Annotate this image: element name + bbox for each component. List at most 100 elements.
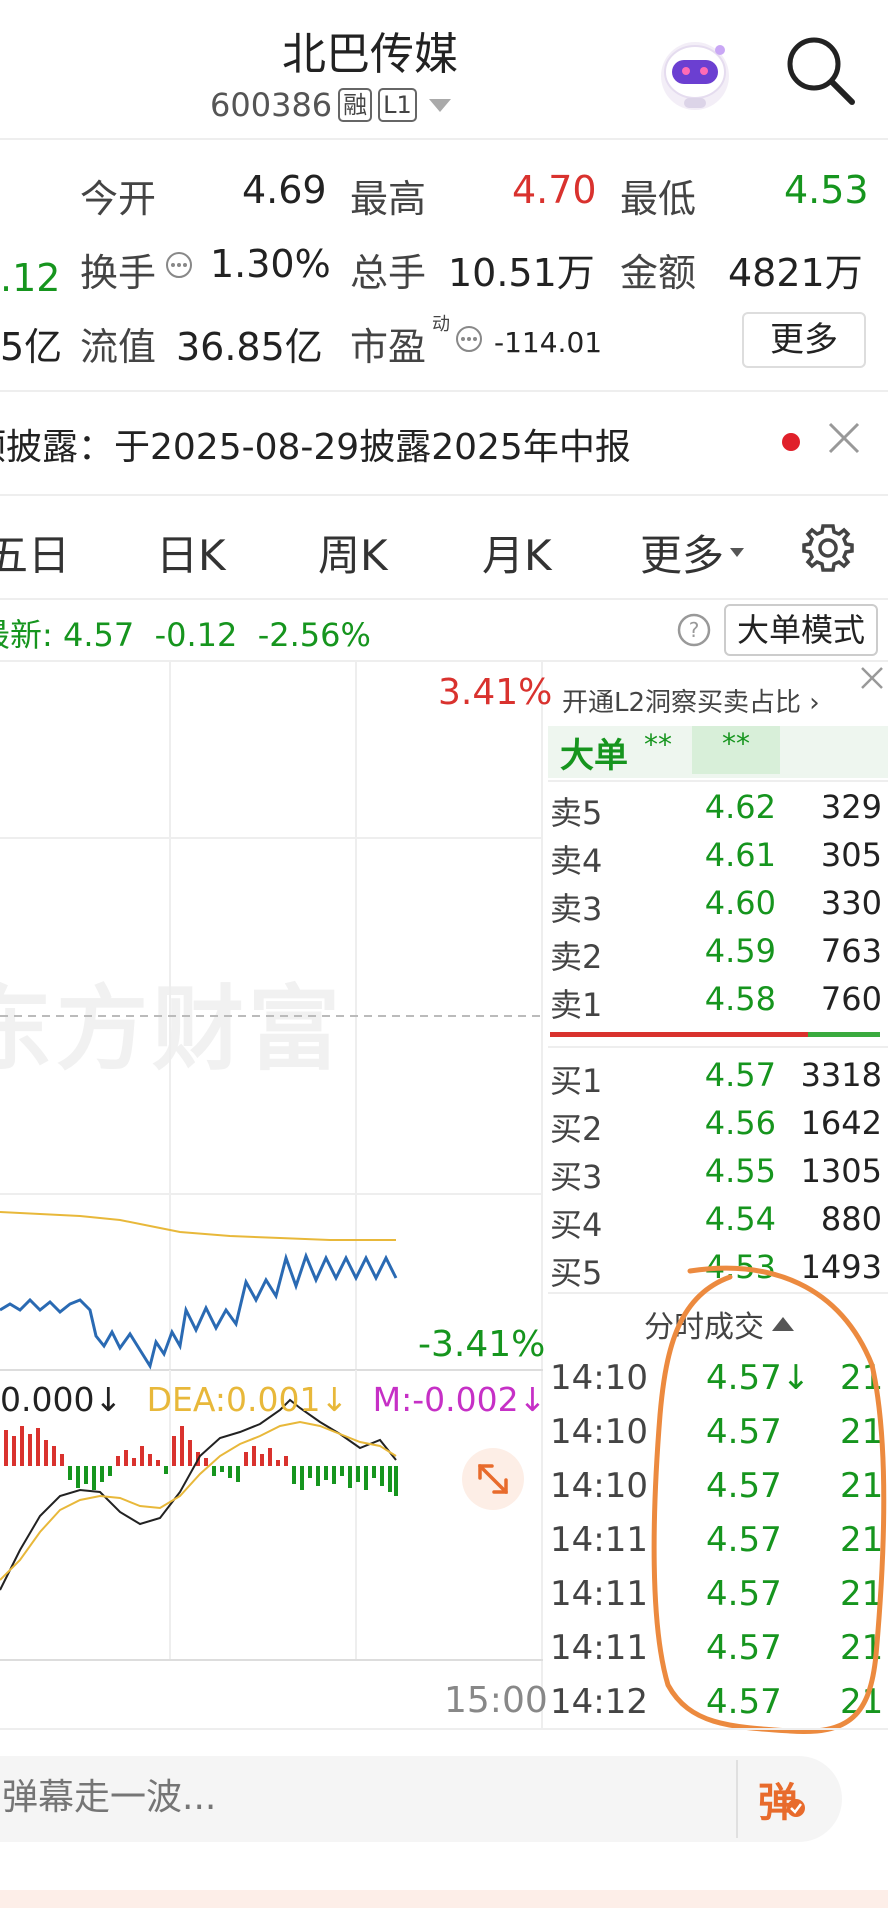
- macd-bar: [300, 1466, 304, 1490]
- amount-label: 金额: [620, 251, 697, 295]
- ask-price[interactable]: 4.59: [666, 932, 776, 970]
- tab-month-k[interactable]: 月K: [482, 522, 552, 583]
- high-label: 最高: [350, 177, 427, 221]
- macd-bar: [284, 1456, 288, 1466]
- close-icon[interactable]: [822, 416, 866, 460]
- bid-price[interactable]: 4.56: [666, 1104, 776, 1142]
- divider: [0, 494, 888, 496]
- tick-time: 14:10: [550, 1412, 648, 1452]
- divider: [736, 1760, 738, 1838]
- macd-bar: [236, 1466, 240, 1482]
- macd-bar: [332, 1466, 336, 1484]
- svg-text:?: ?: [689, 618, 700, 642]
- high-value: 4.70: [512, 168, 597, 212]
- help-icon[interactable]: ?: [676, 612, 712, 648]
- big-order-mode-button[interactable]: 大单模式: [724, 604, 878, 656]
- more-info-icon[interactable]: [164, 250, 194, 280]
- ask-price[interactable]: 4.62: [666, 788, 776, 826]
- tick-time: 14:11: [550, 1628, 648, 1668]
- unread-dot: [782, 433, 800, 451]
- danmu-input[interactable]: [0, 1776, 704, 1819]
- report-notice[interactable]: 预披露：于2025-08-29披露2025年中报: [0, 418, 631, 470]
- more-info-icon[interactable]: [454, 324, 484, 354]
- macd-bar: [148, 1454, 152, 1466]
- ask-price[interactable]: 4.61: [666, 836, 776, 874]
- bid-volume: 1305: [800, 1152, 882, 1190]
- stock-code-row[interactable]: 600386 融 L1: [210, 86, 451, 124]
- macd-bar: [36, 1428, 40, 1466]
- macd-bar: [228, 1466, 232, 1478]
- ask-volume: 763: [820, 932, 882, 970]
- tab-more[interactable]: 更多: [640, 522, 745, 583]
- close-icon[interactable]: [858, 664, 886, 692]
- macd-bar: [276, 1460, 280, 1466]
- gear-icon[interactable]: [800, 520, 856, 576]
- expand-icon[interactable]: [460, 1446, 526, 1512]
- more-quote-button[interactable]: 更多: [742, 312, 866, 368]
- arrow-down-icon: ↓: [320, 1380, 349, 1419]
- low-value: 4.53: [784, 168, 869, 212]
- macd-bar: [20, 1426, 24, 1466]
- bid-price[interactable]: 4.54: [666, 1200, 776, 1238]
- latest-quote: 最新: 4.57 -0.12 -2.56%: [0, 610, 371, 656]
- tick-time: 14:11: [550, 1520, 648, 1560]
- macd-bar: [324, 1466, 328, 1480]
- stock-code: 600386: [210, 86, 333, 124]
- buy-ratio-bar: [808, 1032, 880, 1037]
- danmu-send-button[interactable]: 弹: [758, 1770, 805, 1828]
- bid-label: 买4: [550, 1206, 603, 1244]
- macd-bar: [308, 1466, 312, 1478]
- macd-bar: [76, 1466, 80, 1488]
- divider: [548, 1292, 888, 1294]
- search-icon[interactable]: [782, 32, 858, 108]
- divider: [548, 1046, 888, 1048]
- caret-down-icon: [730, 548, 745, 557]
- macd-bar: [292, 1466, 296, 1484]
- macd-bar: [348, 1466, 352, 1488]
- float-label: 流值: [80, 325, 157, 369]
- ask-volume: 760: [820, 980, 882, 1018]
- robot-assistant-icon[interactable]: [654, 32, 736, 114]
- macd-bar: [180, 1426, 184, 1466]
- tab-day-k[interactable]: 日K: [156, 522, 226, 583]
- bid-price[interactable]: 4.57: [666, 1056, 776, 1094]
- latest-label: 最新:: [0, 616, 53, 654]
- latest-pct: -2.56%: [257, 616, 371, 654]
- bid-price[interactable]: 4.53: [666, 1248, 776, 1286]
- macd-bar: [212, 1466, 216, 1476]
- turnover-value: 1.30%: [210, 242, 331, 286]
- l2-upgrade-link[interactable]: 开通L2洞察买卖占比 ›: [562, 682, 820, 719]
- macd-bar: [252, 1446, 256, 1466]
- macd-bar: [92, 1466, 96, 1490]
- chevron-down-icon[interactable]: [428, 98, 451, 112]
- macd-dea-line: [0, 1420, 397, 1581]
- macd-bar: [4, 1430, 8, 1466]
- turnover-label: 换手: [80, 251, 157, 295]
- bid-price[interactable]: 4.55: [666, 1152, 776, 1190]
- macd-readout: 0.000↓ DEA:0.001↓ M:-0.002↓: [0, 1380, 546, 1419]
- tick-volume: 21: [840, 1358, 884, 1398]
- tick-volume: 21: [840, 1628, 884, 1668]
- bid-volume: 3318: [800, 1056, 882, 1094]
- tick-time: 14:10: [550, 1358, 648, 1398]
- sell-ratio-bar: [550, 1032, 808, 1037]
- tab-week-k[interactable]: 周K: [318, 522, 388, 583]
- float-value: 36.85亿: [176, 325, 323, 369]
- ask-price[interactable]: 4.60: [666, 884, 776, 922]
- ask-label: 卖2: [550, 938, 603, 976]
- divider: [548, 780, 888, 782]
- macd-bar: [188, 1440, 192, 1466]
- tick-trades-header[interactable]: 分时成交: [644, 1302, 794, 1346]
- tick-time: 14:12: [550, 1682, 648, 1722]
- macd-bar: [124, 1450, 128, 1466]
- tick-volume: 21: [840, 1466, 884, 1506]
- ask-price[interactable]: 4.58: [666, 980, 776, 1018]
- check-badge-icon: [787, 1799, 805, 1817]
- tab-five-day[interactable]: 五日: [0, 522, 70, 583]
- macd-bar: [260, 1454, 264, 1466]
- tick-price: 4.57: [706, 1520, 782, 1560]
- tick-price: 4.57: [706, 1628, 782, 1668]
- macd-bar: [220, 1466, 224, 1472]
- macd-bar: [380, 1466, 384, 1486]
- macd-bar: [108, 1466, 112, 1476]
